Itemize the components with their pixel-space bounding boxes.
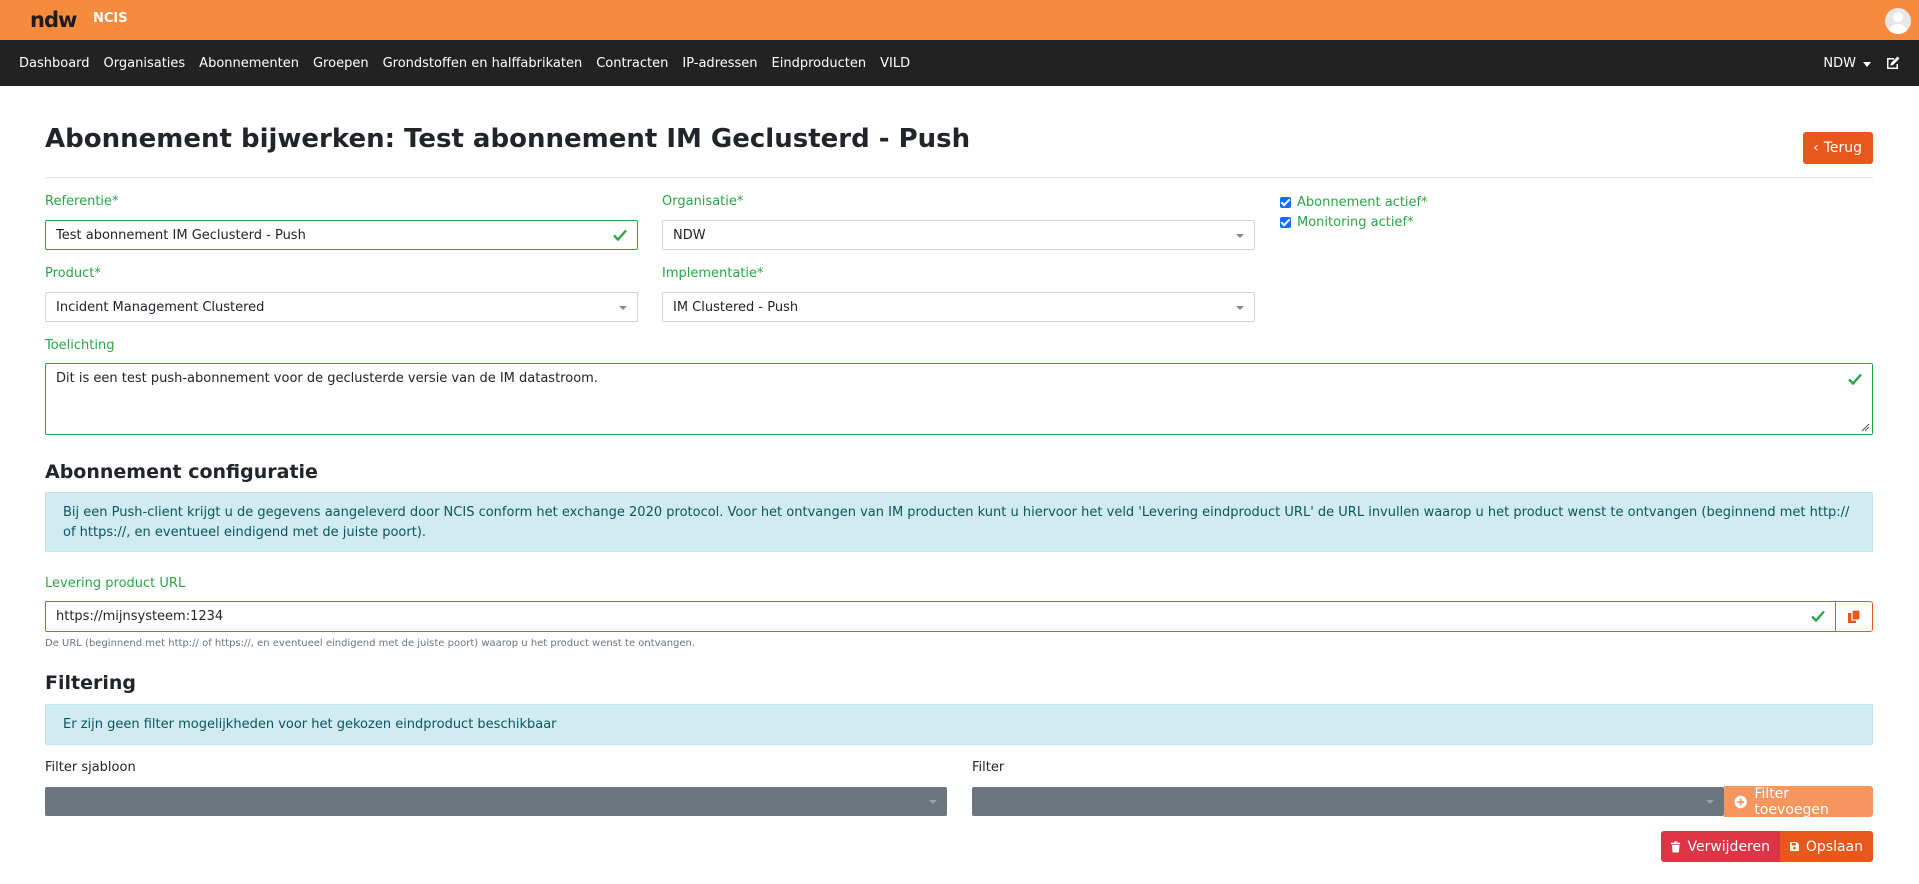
monitoring-actief-label: Monitoring actief* [1297,215,1414,230]
checkbox-checked-icon [1280,197,1291,208]
toelichting-textarea[interactable]: Dit is een test push-abonnement voor de … [45,363,1873,435]
save-button[interactable]: Opslaan [1780,831,1873,862]
referentie-value: Test abonnement IM Geclusterd - Push [56,227,306,243]
chevron-down-icon [1706,800,1714,804]
checkbox-checked-icon [1280,217,1291,228]
url-input[interactable]: https://mijnsysteem:1234 [45,601,1836,632]
nav-grondstoffen[interactable]: Grondstoffen en halffabrikaten [383,56,583,71]
organisatie-label: Organisatie* [662,194,744,209]
nav-groepen[interactable]: Groepen [313,56,369,71]
product-label: Product* [45,266,101,281]
user-menu-label: NDW [1823,55,1856,71]
filter-select[interactable] [972,787,1724,816]
page-title: Abonnement bijwerken: Test abonnement IM… [45,124,971,154]
save-button-label: Opslaan [1805,838,1863,855]
url-help-text: De URL (beginnend met http:// of https:/… [45,638,696,649]
referentie-input[interactable]: Test abonnement IM Geclusterd - Push [45,220,638,250]
organisatie-value: NDW [673,227,706,243]
config-info-alert: Bij een Push-client krijgt u de gegevens… [45,492,1873,552]
chevron-down-icon [1236,234,1244,238]
main-nav: Dashboard Organisaties Abonnementen Groe… [0,40,1919,86]
organisatie-select[interactable]: NDW [662,220,1255,250]
resize-handle-icon[interactable] [1861,423,1870,432]
check-icon [1848,373,1862,386]
user-avatar-icon[interactable] [1885,8,1911,34]
config-heading: Abonnement configuratie [45,461,318,483]
ndw-logo[interactable]: ndw [30,8,77,32]
filtering-heading: Filtering [45,672,136,694]
filter-sjabloon-select[interactable] [45,787,947,816]
nav-ip-adressen[interactable]: IP-adressen [682,56,757,71]
chevron-down-icon [929,800,937,804]
url-value: https://mijnsysteem:1234 [56,609,224,624]
top-bar: ndw NCIS [0,0,1919,40]
divider [45,177,1873,178]
chevron-down-icon [1863,61,1871,67]
app-name[interactable]: NCIS [93,11,128,26]
nav-vild[interactable]: VILD [880,56,910,71]
filter-add-button[interactable]: Filter toevoegen [1724,785,1873,818]
abonnement-actief-label: Abonnement actief* [1297,195,1428,210]
back-button-label: Terug [1823,140,1862,156]
delete-button-label: Verwijderen [1687,838,1770,855]
edit-icon[interactable] [1885,55,1901,71]
toelichting-label: Toelichting [45,338,115,353]
nav-abonnementen[interactable]: Abonnementen [199,56,299,71]
toelichting-value: Dit is een test push-abonnement voor de … [56,371,598,386]
copy-button[interactable] [1835,601,1873,632]
referentie-label: Referentie* [45,194,119,209]
filter-add-label: Filter toevoegen [1754,785,1829,818]
product-value: Incident Management Clustered [56,299,265,315]
copy-icon [1848,609,1861,623]
user-menu[interactable]: NDW [1823,56,1871,71]
filtering-info-alert: Er zijn geen filter mogelijkheden voor h… [45,704,1873,745]
delete-button[interactable]: Verwijderen [1661,831,1780,862]
chevron-down-icon [619,306,627,310]
plus-circle-icon [1734,795,1747,808]
back-button[interactable]: ‹ Terug [1803,132,1873,164]
chevron-left-icon: ‹ [1813,140,1819,156]
abonnement-actief-checkbox[interactable]: Abonnement actief* [1280,195,1428,210]
product-select[interactable]: Incident Management Clustered [45,292,638,322]
filter-label: Filter [972,760,1005,775]
nav-organisaties[interactable]: Organisaties [104,56,186,71]
implementatie-value: IM Clustered - Push [673,299,799,315]
nav-eindproducten[interactable]: Eindproducten [772,56,867,71]
implementatie-label: Implementatie* [662,266,764,281]
check-icon [613,229,627,242]
save-icon [1790,842,1799,851]
nav-contracten[interactable]: Contracten [596,56,668,71]
trash-icon [1671,840,1681,853]
url-label: Levering product URL [45,576,186,591]
nav-dashboard[interactable]: Dashboard [19,56,90,71]
filter-sjabloon-label: Filter sjabloon [45,760,136,775]
implementatie-select[interactable]: IM Clustered - Push [662,292,1255,322]
check-icon [1811,610,1825,623]
chevron-down-icon [1236,306,1244,310]
monitoring-actief-checkbox[interactable]: Monitoring actief* [1280,215,1414,230]
